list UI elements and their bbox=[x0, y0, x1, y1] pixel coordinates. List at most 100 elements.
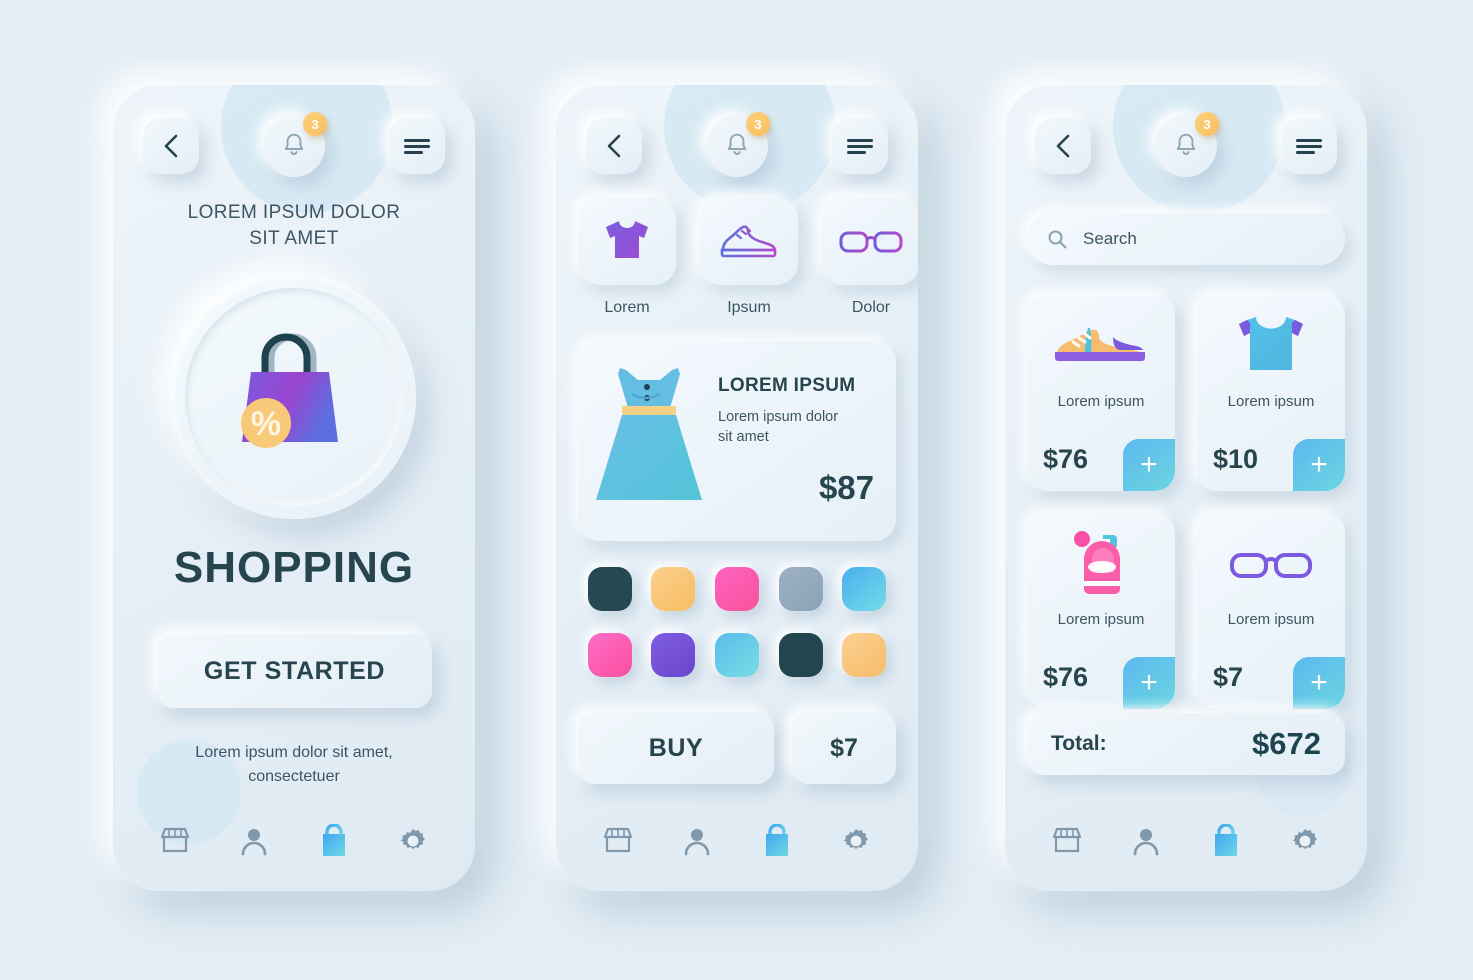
search-placeholder: Search bbox=[1083, 229, 1137, 248]
product-name: Lorem ipsum bbox=[1057, 393, 1145, 410]
buy-button[interactable]: BUY bbox=[578, 712, 774, 784]
color-swatch[interactable] bbox=[587, 633, 632, 677]
menu-button[interactable] bbox=[832, 118, 888, 174]
color-swatch[interactable] bbox=[778, 633, 823, 677]
phone-screen-cart: 3 Search Lorem ipsum $76 + Lorem ipsum $… bbox=[1005, 85, 1367, 891]
chevron-left-icon bbox=[1056, 134, 1070, 158]
purchase-row: BUY $7 bbox=[578, 712, 896, 784]
chevron-left-icon bbox=[164, 134, 178, 158]
bell-icon bbox=[1176, 133, 1196, 155]
nav-settings[interactable] bbox=[387, 815, 439, 867]
svg-text:%: % bbox=[251, 405, 281, 443]
product-image bbox=[1070, 527, 1132, 601]
notifications[interactable]: 3 bbox=[1155, 112, 1219, 177]
bell-icon bbox=[284, 133, 304, 155]
gear-icon bbox=[400, 829, 426, 849]
shopping-bag-icon bbox=[765, 824, 788, 856]
top-bar: 3 bbox=[556, 112, 918, 177]
total-bar: Total: $672 bbox=[1027, 713, 1345, 775]
color-swatch[interactable] bbox=[651, 633, 696, 677]
nav-profile[interactable] bbox=[1120, 815, 1172, 867]
color-swatch[interactable] bbox=[842, 567, 887, 611]
nav-cart[interactable] bbox=[751, 815, 803, 867]
back-button[interactable] bbox=[143, 118, 199, 174]
nav-profile[interactable] bbox=[228, 815, 280, 867]
back-button[interactable] bbox=[1035, 118, 1091, 174]
sneaker-icon bbox=[720, 225, 777, 258]
mockup-canvas: 3 LOREM IPSUM DOLOR SIT AMET % SHOPPING … bbox=[0, 0, 1473, 980]
color-swatch[interactable] bbox=[587, 567, 632, 611]
price-button[interactable]: $7 bbox=[792, 712, 896, 784]
store-icon bbox=[1052, 827, 1081, 853]
subtext: Lorem ipsum dolor sit amet, consectetuer bbox=[195, 744, 393, 785]
featured-product-card[interactable]: LOREM IPSUM Lorem ipsum dolor sit amet $… bbox=[578, 341, 896, 541]
nav-settings[interactable] bbox=[830, 815, 882, 867]
bottom-navigation bbox=[556, 805, 918, 891]
product-card[interactable]: Lorem ipsum $76 + bbox=[1027, 295, 1175, 491]
tshirt-blue-icon bbox=[1239, 317, 1303, 370]
product-price: $76 bbox=[1043, 444, 1089, 474]
color-swatch-grid bbox=[578, 567, 896, 677]
product-footer: $7 + bbox=[1197, 657, 1345, 709]
notifications[interactable]: 3 bbox=[263, 112, 327, 177]
nav-store[interactable] bbox=[1041, 815, 1093, 867]
product-price: $76 bbox=[1043, 662, 1089, 692]
backpack-icon bbox=[1074, 531, 1120, 594]
nav-profile[interactable] bbox=[671, 815, 723, 867]
category-label: Lorem bbox=[604, 299, 650, 316]
bottom-navigation bbox=[113, 805, 475, 891]
menu-button[interactable] bbox=[389, 118, 445, 174]
add-to-cart-button[interactable]: + bbox=[1293, 657, 1345, 709]
category-label: Dolor bbox=[851, 299, 891, 316]
product-footer: $76 + bbox=[1027, 439, 1175, 491]
color-swatch[interactable] bbox=[714, 633, 759, 677]
nav-store[interactable] bbox=[149, 815, 201, 867]
category-item-lorem[interactable]: Lorem bbox=[578, 197, 676, 317]
nav-settings[interactable] bbox=[1279, 815, 1331, 867]
nav-cart[interactable] bbox=[308, 815, 360, 867]
get-started-button[interactable]: GET STARTED bbox=[157, 634, 432, 708]
hamburger-menu-icon bbox=[404, 136, 430, 157]
nav-cart[interactable] bbox=[1200, 815, 1252, 867]
nav-store[interactable] bbox=[592, 815, 644, 867]
color-swatch[interactable] bbox=[778, 567, 823, 611]
product-price: $7 bbox=[1213, 662, 1244, 692]
product-card[interactable]: Lorem ipsum $76 + bbox=[1027, 513, 1175, 709]
bottom-navigation bbox=[1005, 805, 1367, 891]
color-swatch[interactable] bbox=[714, 567, 759, 611]
chevron-left-icon bbox=[607, 134, 621, 158]
category-item-dolor[interactable]: Dolor bbox=[822, 197, 918, 317]
add-to-cart-button[interactable]: + bbox=[1123, 439, 1175, 491]
color-swatch[interactable] bbox=[651, 567, 696, 611]
category-tile[interactable] bbox=[578, 197, 676, 285]
product-image bbox=[1235, 309, 1307, 383]
color-swatch[interactable] bbox=[842, 633, 887, 677]
product-name: Lorem ipsum bbox=[1227, 393, 1315, 410]
notification-badge: 3 bbox=[303, 112, 327, 136]
phone-screen-product: 3 Lorem Ipsum Dolor LOREM IPSUM Lorem ip… bbox=[556, 85, 918, 891]
product-name: Lorem ipsum bbox=[1057, 611, 1145, 628]
category-tile[interactable] bbox=[700, 197, 798, 285]
product-card[interactable]: Lorem ipsum $10 + bbox=[1197, 295, 1345, 491]
user-icon bbox=[684, 829, 710, 856]
add-to-cart-button[interactable]: + bbox=[1293, 439, 1345, 491]
category-label: Ipsum bbox=[727, 299, 771, 316]
notification-badge: 3 bbox=[1195, 112, 1219, 136]
shopping-bag-discount-icon: % bbox=[241, 333, 338, 448]
product-card[interactable]: Lorem ipsum $7 + bbox=[1197, 513, 1345, 709]
glasses-icon bbox=[839, 231, 903, 253]
add-to-cart-button[interactable]: + bbox=[1123, 657, 1175, 709]
bell-icon bbox=[727, 133, 747, 155]
search-input[interactable]: Search bbox=[1027, 213, 1345, 265]
category-item-ipsum[interactable]: Ipsum bbox=[700, 197, 798, 317]
brand-title: SHOPPING bbox=[173, 543, 415, 592]
menu-button[interactable] bbox=[1281, 118, 1337, 174]
hamburger-menu-icon bbox=[847, 136, 873, 157]
phone-screen-onboarding: 3 LOREM IPSUM DOLOR SIT AMET % SHOPPING … bbox=[113, 85, 475, 891]
glasses-purple-icon bbox=[1230, 553, 1312, 578]
gear-icon bbox=[1292, 829, 1318, 849]
notifications[interactable]: 3 bbox=[706, 112, 770, 177]
back-button[interactable] bbox=[586, 118, 642, 174]
category-tile[interactable] bbox=[822, 197, 918, 285]
product-title: LOREM IPSUM bbox=[718, 374, 856, 396]
